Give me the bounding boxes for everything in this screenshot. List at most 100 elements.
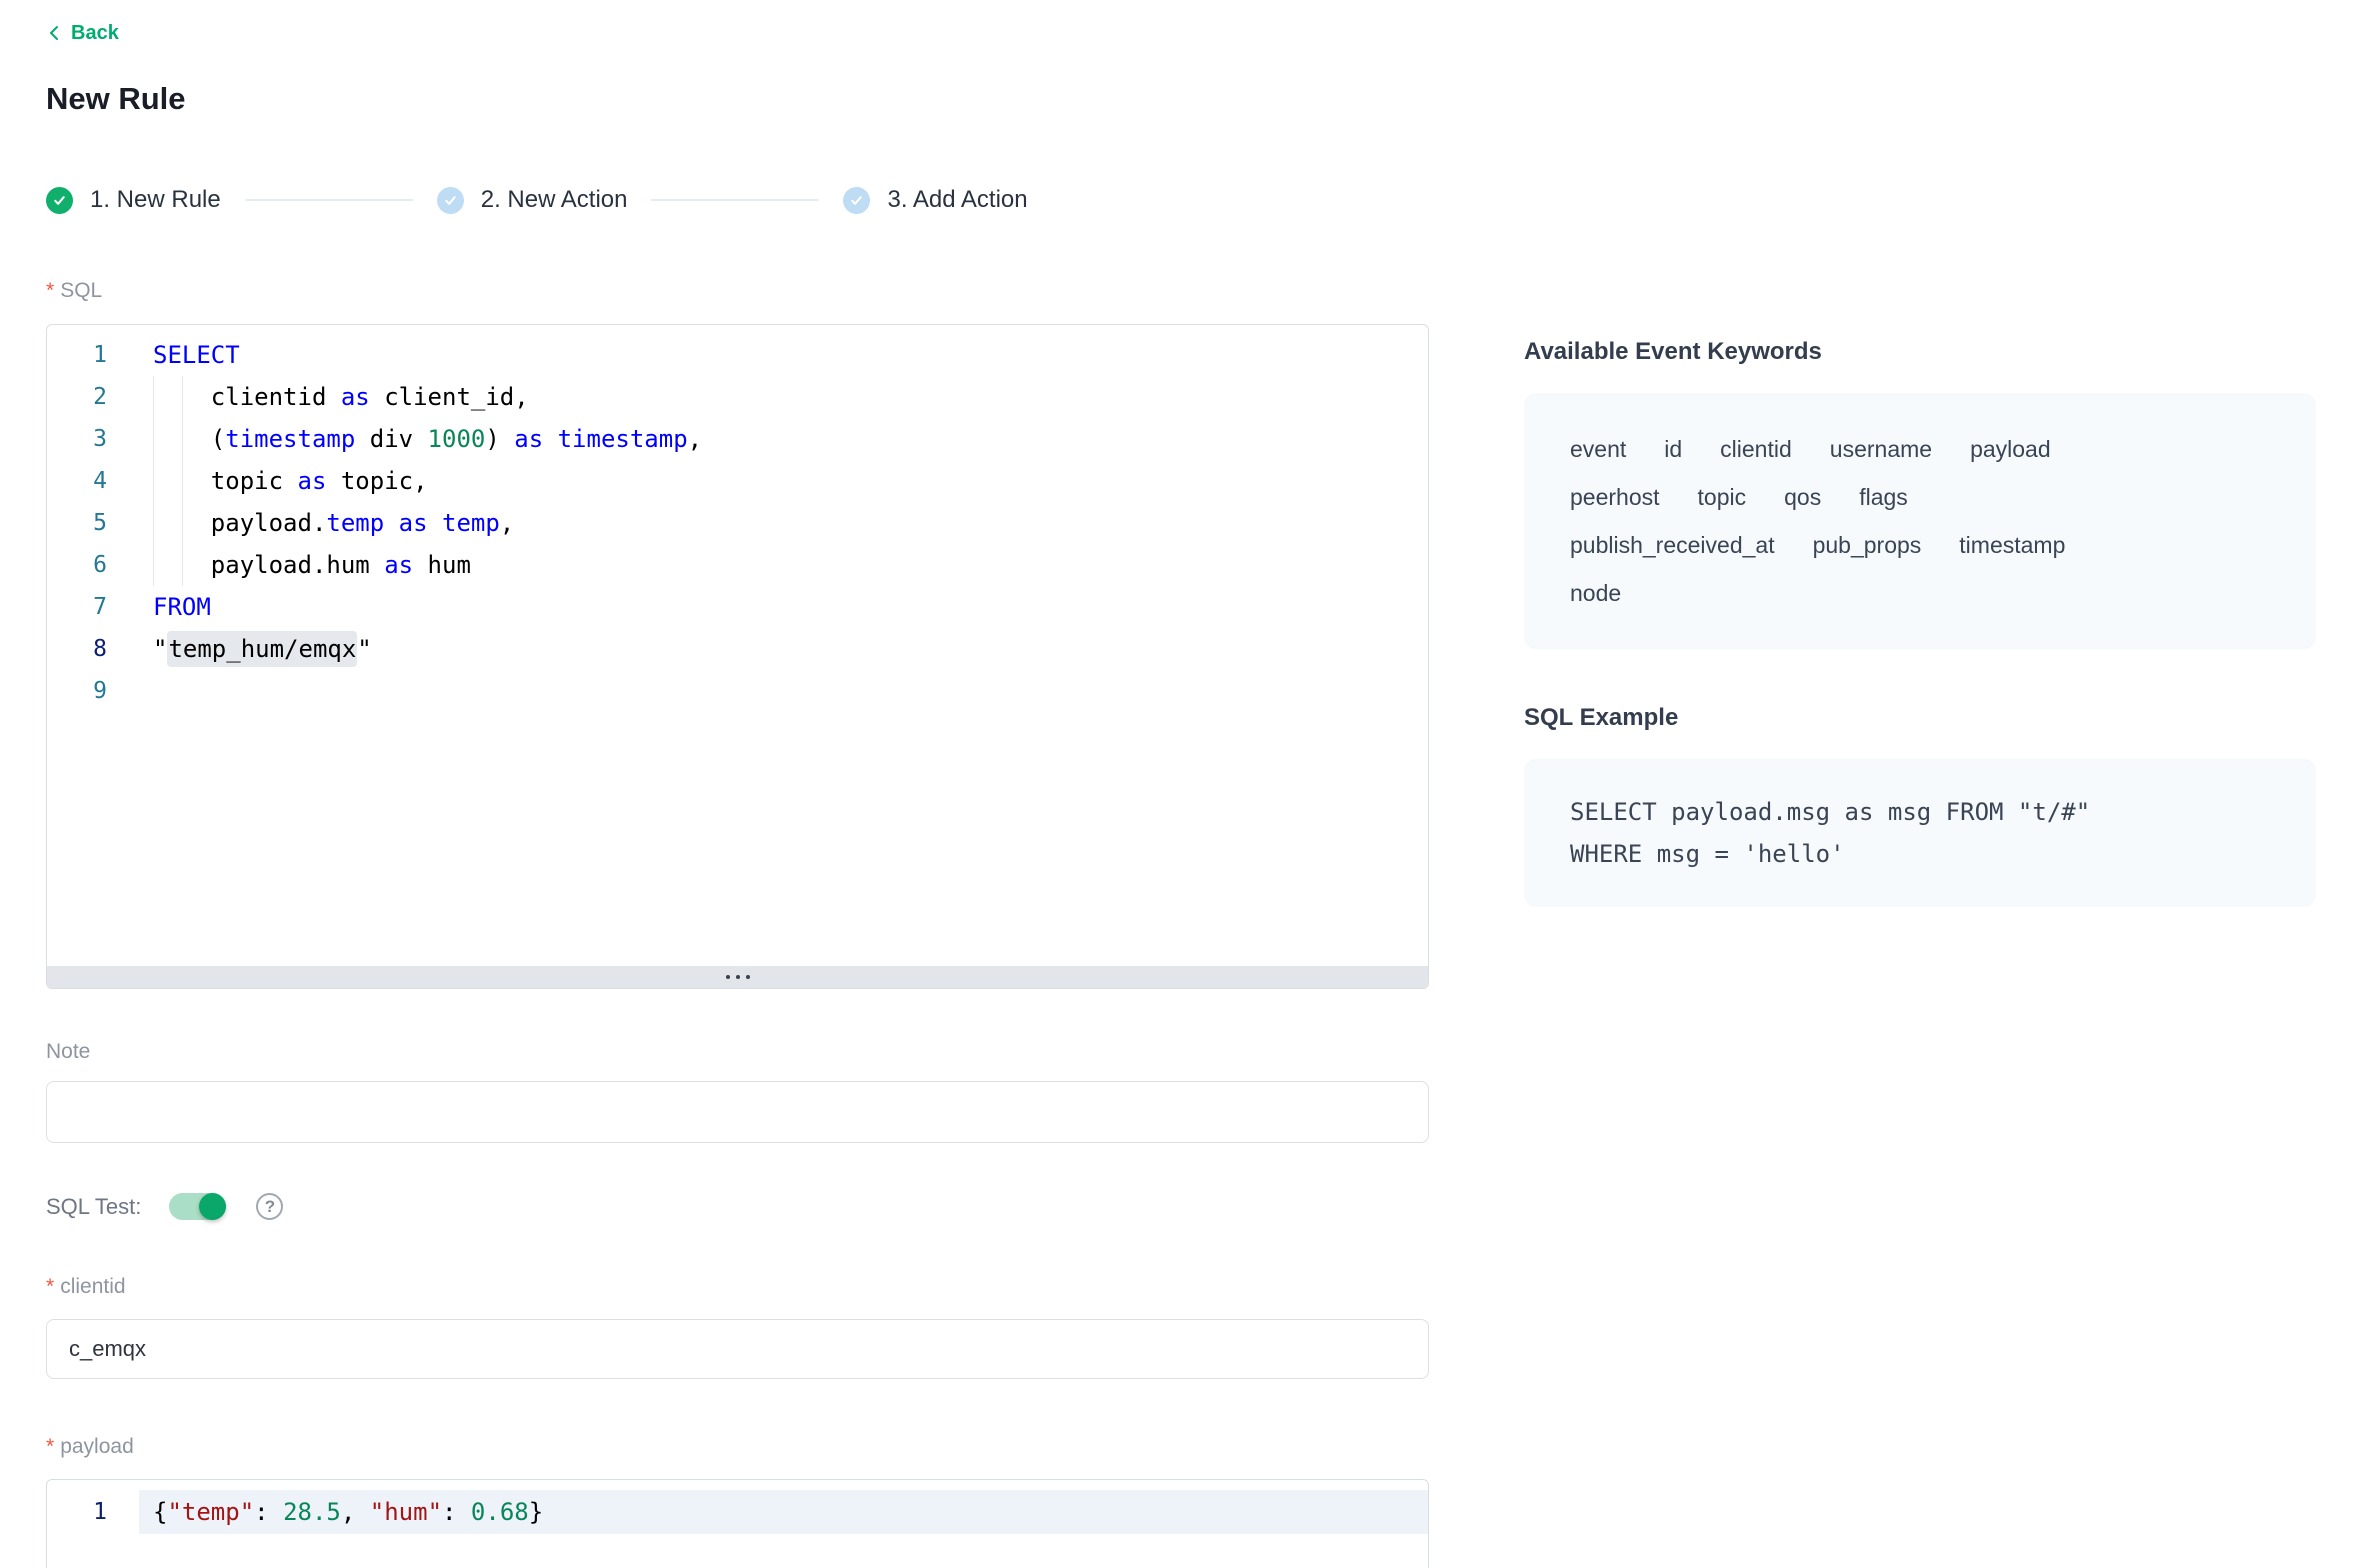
required-asterisk: * bbox=[46, 1434, 54, 1460]
sql-example-title: SQL Example bbox=[1524, 703, 2316, 733]
line-number: 2 bbox=[47, 376, 107, 418]
sql-editor: 1SELECT2 clientid as client_id,3 (timest… bbox=[46, 324, 1429, 989]
step-label: 2. New Action bbox=[481, 186, 628, 214]
line-number: 3 bbox=[47, 418, 107, 460]
step-check-icon bbox=[437, 187, 464, 214]
resize-dot bbox=[746, 975, 750, 979]
keyword-row: publish_received_at pub_props timestamp bbox=[1570, 521, 2270, 569]
event-keyword[interactable]: qos bbox=[1784, 473, 1821, 521]
event-keyword[interactable]: pub_props bbox=[1813, 521, 1922, 569]
event-keyword[interactable]: publish_received_at bbox=[1570, 521, 1775, 569]
stepper-step-3: 3. Add Action bbox=[843, 186, 1027, 214]
back-link[interactable]: Back bbox=[46, 21, 119, 45]
payload-field-label: * payload bbox=[46, 1434, 1429, 1460]
new-rule-page: Back New Rule 1. New Rule 2. New Action 3.… bbox=[0, 0, 2356, 1568]
check-icon bbox=[52, 193, 67, 208]
sql-example-box: SELECT payload.msg as msg FROM "t/#"WHER… bbox=[1524, 759, 2316, 907]
sql-test-toggle[interactable] bbox=[169, 1193, 226, 1220]
code-content[interactable] bbox=[139, 670, 1428, 712]
code-content[interactable]: (timestamp div 1000) as timestamp, bbox=[139, 418, 1428, 460]
check-icon bbox=[443, 193, 458, 208]
step-check-icon bbox=[46, 187, 73, 214]
sql-test-label: SQL Test: bbox=[46, 1194, 141, 1220]
stepper-connector bbox=[651, 199, 819, 201]
event-keyword[interactable]: clientid bbox=[1720, 425, 1792, 473]
code-line: 9 bbox=[47, 670, 1428, 712]
example-code-line: SELECT payload.msg as msg FROM "t/#" bbox=[1570, 791, 2270, 833]
stepper-connector bbox=[245, 199, 413, 201]
event-keyword[interactable]: event bbox=[1570, 425, 1626, 473]
code-content[interactable]: topic as topic, bbox=[139, 460, 1428, 502]
code-content[interactable]: clientid as client_id, bbox=[139, 376, 1428, 418]
sql-code-area[interactable]: 1SELECT2 clientid as client_id,3 (timest… bbox=[47, 325, 1428, 966]
step-label: 3. Add Action bbox=[887, 186, 1027, 214]
line-number: 6 bbox=[47, 544, 107, 586]
keyword-row: node bbox=[1570, 569, 2270, 617]
note-field-label: Note bbox=[46, 1039, 1429, 1065]
payload-label-text: payload bbox=[60, 1434, 134, 1460]
event-keyword[interactable]: peerhost bbox=[1570, 473, 1660, 521]
form-column: Back New Rule 1. New Rule 2. New Action 3.… bbox=[46, 21, 1429, 1568]
event-keyword[interactable]: flags bbox=[1859, 473, 1908, 521]
step-check-icon bbox=[843, 187, 870, 214]
event-keyword[interactable]: node bbox=[1570, 569, 1621, 617]
event-keyword[interactable]: timestamp bbox=[1959, 521, 2065, 569]
line-number: 1 bbox=[47, 1490, 107, 1534]
code-content[interactable]: "temp_hum/emqx" bbox=[139, 628, 1428, 670]
code-line: 8"temp_hum/emqx" bbox=[47, 628, 1428, 670]
code-line: 6 payload.hum as hum bbox=[47, 544, 1428, 586]
note-label-text: Note bbox=[46, 1039, 90, 1065]
clientid-label-text: clientid bbox=[60, 1274, 125, 1300]
line-number: 9 bbox=[47, 670, 107, 712]
stepper: 1. New Rule 2. New Action 3. Add Action bbox=[46, 186, 1429, 214]
keyword-row: eventid clientid username payload bbox=[1570, 425, 2270, 473]
stepper-step-1: 1. New Rule bbox=[46, 186, 221, 214]
code-line: 7 FROM bbox=[47, 586, 1428, 628]
clientid-field-label: * clientid bbox=[46, 1274, 1429, 1300]
code-line: 4 topic as topic, bbox=[47, 460, 1428, 502]
line-number: 1 bbox=[47, 334, 107, 376]
sql-label-text: SQL bbox=[60, 278, 102, 304]
editor-resize-handle[interactable] bbox=[47, 966, 1428, 988]
line-number: 5 bbox=[47, 502, 107, 544]
code-line: 3 (timestamp div 1000) as timestamp, bbox=[47, 418, 1428, 460]
sql-test-row: SQL Test: ? bbox=[46, 1193, 1429, 1220]
code-content[interactable]: payload.temp as temp, bbox=[139, 502, 1428, 544]
event-keyword[interactable]: id bbox=[1664, 425, 1682, 473]
resize-dot bbox=[726, 975, 730, 979]
check-icon bbox=[849, 193, 864, 208]
step-label: 1. New Rule bbox=[90, 186, 221, 214]
line-number: 7 bbox=[47, 586, 107, 628]
stepper-step-2: 2. New Action bbox=[437, 186, 628, 214]
payload-code-area[interactable]: 1 {"temp": 28.5, "hum": 0.68} bbox=[47, 1480, 1428, 1534]
help-panel: Available Event Keywords eventid clientid… bbox=[1524, 21, 2316, 1568]
clientid-input[interactable] bbox=[46, 1319, 1429, 1379]
line-number: 4 bbox=[47, 460, 107, 502]
chevron-left-icon bbox=[46, 23, 62, 43]
note-input[interactable] bbox=[46, 1081, 1429, 1143]
event-keyword[interactable]: payload bbox=[1970, 425, 2051, 473]
event-keyword[interactable]: topic bbox=[1698, 473, 1747, 521]
code-content[interactable]: {"temp": 28.5, "hum": 0.68} bbox=[139, 1490, 1428, 1534]
payload-editor: 1 {"temp": 28.5, "hum": 0.68} bbox=[46, 1479, 1429, 1568]
example-code-line: WHERE msg = 'hello' bbox=[1570, 833, 2270, 875]
help-icon[interactable]: ? bbox=[256, 1193, 283, 1220]
code-line: 5 payload.temp as temp, bbox=[47, 502, 1428, 544]
toggle-knob bbox=[199, 1193, 226, 1220]
code-line: 1 SELECT bbox=[47, 334, 1428, 376]
code-content[interactable]: payload.hum as hum bbox=[139, 544, 1428, 586]
required-asterisk: * bbox=[46, 278, 54, 304]
required-asterisk: * bbox=[46, 1274, 54, 1300]
code-line: 2 clientid as client_id, bbox=[47, 376, 1428, 418]
back-label: Back bbox=[71, 21, 119, 45]
keywords-title: Available Event Keywords bbox=[1524, 337, 2316, 367]
resize-dot bbox=[736, 975, 740, 979]
code-content[interactable]: FROM bbox=[139, 586, 1428, 628]
sql-field-label: * SQL bbox=[46, 278, 1429, 304]
code-line: 1 {"temp": 28.5, "hum": 0.68} bbox=[47, 1490, 1428, 1534]
code-content[interactable]: SELECT bbox=[139, 334, 1428, 376]
event-keyword[interactable]: username bbox=[1830, 425, 1932, 473]
page-title: New Rule bbox=[46, 81, 1429, 117]
keywords-box: eventid clientid username payload peerhost to… bbox=[1524, 393, 2316, 649]
keyword-row: peerhost topic qos flags bbox=[1570, 473, 2270, 521]
